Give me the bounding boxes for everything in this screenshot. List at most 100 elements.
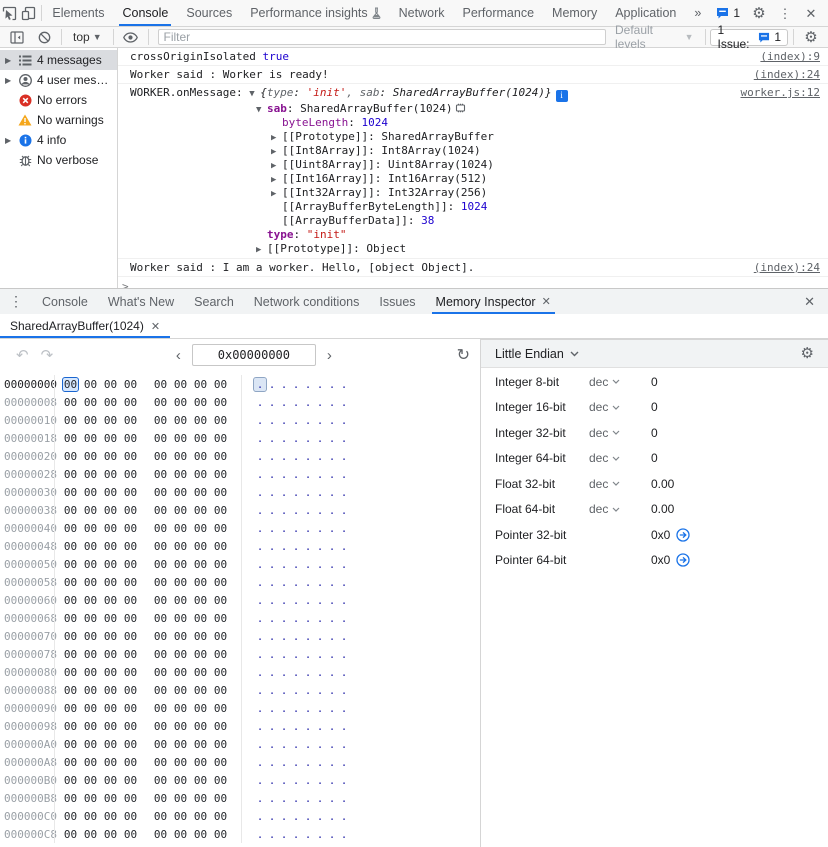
hex-byte[interactable]: 00 bbox=[63, 648, 78, 661]
tab-memory[interactable]: Memory bbox=[543, 0, 606, 26]
hex-byte[interactable]: 00 bbox=[173, 702, 188, 715]
ascii-char[interactable]: . bbox=[266, 720, 278, 733]
hex-byte[interactable]: 00 bbox=[63, 738, 78, 751]
hex-byte[interactable]: 00 bbox=[123, 504, 138, 517]
ascii-char[interactable]: . bbox=[278, 630, 290, 643]
hex-byte[interactable]: 00 bbox=[63, 558, 78, 571]
prev-page-icon[interactable]: ‹ bbox=[173, 347, 184, 364]
ascii-char[interactable]: . bbox=[338, 468, 350, 481]
ascii-char[interactable]: . bbox=[314, 468, 326, 481]
hex-byte[interactable]: 00 bbox=[123, 630, 138, 643]
ascii-char[interactable]: . bbox=[338, 414, 350, 427]
hex-byte[interactable]: 00 bbox=[123, 450, 138, 463]
hex-byte[interactable]: 00 bbox=[63, 828, 78, 841]
ascii-char[interactable]: . bbox=[338, 594, 350, 607]
hex-byte[interactable]: 00 bbox=[173, 612, 188, 625]
hex-byte[interactable]: 00 bbox=[103, 378, 118, 391]
ascii-char[interactable]: . bbox=[266, 576, 278, 589]
hex-byte[interactable]: 00 bbox=[103, 468, 118, 481]
endianness-selector[interactable]: Little Endian bbox=[495, 347, 579, 361]
ascii-char[interactable]: . bbox=[278, 648, 290, 661]
hex-byte[interactable]: 00 bbox=[173, 414, 188, 427]
hex-byte[interactable]: 00 bbox=[193, 396, 208, 409]
ascii-char[interactable]: . bbox=[290, 648, 302, 661]
hex-byte[interactable]: 00 bbox=[153, 792, 168, 805]
ascii-char[interactable]: . bbox=[314, 432, 326, 445]
ascii-char[interactable]: . bbox=[290, 684, 302, 697]
ascii-char[interactable]: . bbox=[302, 576, 314, 589]
ascii-char[interactable]: . bbox=[278, 468, 290, 481]
ascii-char[interactable]: . bbox=[254, 378, 266, 391]
ascii-char[interactable]: . bbox=[314, 450, 326, 463]
device-toolbar-icon[interactable] bbox=[19, 0, 38, 26]
hex-byte[interactable]: 00 bbox=[153, 468, 168, 481]
hex-byte[interactable]: 00 bbox=[213, 684, 228, 697]
ascii-char[interactable]: . bbox=[302, 504, 314, 517]
hex-byte[interactable]: 00 bbox=[153, 576, 168, 589]
ascii-char[interactable]: . bbox=[290, 558, 302, 571]
hex-byte[interactable]: 00 bbox=[83, 774, 98, 787]
hex-byte[interactable]: 00 bbox=[193, 666, 208, 679]
hex-byte[interactable]: 00 bbox=[153, 450, 168, 463]
ascii-char[interactable]: . bbox=[254, 558, 266, 571]
ascii-char[interactable]: . bbox=[314, 810, 326, 823]
hex-byte[interactable]: 00 bbox=[103, 558, 118, 571]
console-sidebar-toggle-icon[interactable] bbox=[5, 31, 29, 44]
hex-byte[interactable]: 00 bbox=[123, 756, 138, 769]
close-drawer-icon[interactable]: ✕ bbox=[791, 289, 828, 314]
ascii-char[interactable]: . bbox=[290, 738, 302, 751]
hex-byte[interactable]: 00 bbox=[123, 666, 138, 679]
hex-byte[interactable]: 00 bbox=[63, 702, 78, 715]
hex-byte[interactable]: 00 bbox=[173, 378, 188, 391]
sidebar-item-4-messages[interactable]: ▶4 messages bbox=[0, 50, 117, 70]
hex-byte[interactable]: 00 bbox=[173, 630, 188, 643]
ascii-char[interactable]: . bbox=[302, 684, 314, 697]
ascii-char[interactable]: . bbox=[314, 486, 326, 499]
hex-byte[interactable]: 00 bbox=[213, 432, 228, 445]
hex-byte[interactable]: 00 bbox=[63, 720, 78, 733]
hex-byte[interactable]: 00 bbox=[213, 630, 228, 643]
ascii-char[interactable]: . bbox=[266, 558, 278, 571]
ascii-char[interactable]: . bbox=[254, 810, 266, 823]
hex-byte[interactable]: 00 bbox=[123, 396, 138, 409]
console-settings-gear-icon[interactable]: ⚙ bbox=[799, 30, 823, 45]
hex-byte[interactable]: 00 bbox=[63, 810, 78, 823]
ascii-char[interactable]: . bbox=[290, 756, 302, 769]
hex-byte[interactable]: 00 bbox=[153, 756, 168, 769]
hex-byte[interactable]: 00 bbox=[103, 486, 118, 499]
ascii-char[interactable]: . bbox=[254, 540, 266, 553]
ascii-char[interactable]: . bbox=[290, 594, 302, 607]
info-icon[interactable]: i bbox=[556, 90, 568, 102]
hex-byte[interactable]: 00 bbox=[213, 522, 228, 535]
tab-application[interactable]: Application bbox=[606, 0, 685, 26]
history-forward-icon[interactable]: ↷ bbox=[35, 346, 60, 364]
hex-byte[interactable]: 00 bbox=[103, 810, 118, 823]
hex-byte[interactable]: 00 bbox=[213, 810, 228, 823]
ascii-char[interactable]: . bbox=[338, 522, 350, 535]
hex-byte[interactable]: 00 bbox=[173, 486, 188, 499]
hex-byte[interactable]: 00 bbox=[213, 828, 228, 841]
ascii-char[interactable]: . bbox=[278, 414, 290, 427]
hex-byte[interactable]: 00 bbox=[153, 702, 168, 715]
hex-byte[interactable]: 00 bbox=[83, 432, 98, 445]
hex-byte[interactable]: 00 bbox=[153, 504, 168, 517]
hex-byte[interactable]: 00 bbox=[193, 558, 208, 571]
hex-byte[interactable]: 00 bbox=[213, 486, 228, 499]
ascii-char[interactable]: . bbox=[254, 522, 266, 535]
hex-byte[interactable]: 00 bbox=[153, 630, 168, 643]
hex-byte[interactable]: 00 bbox=[153, 720, 168, 733]
hex-byte[interactable]: 00 bbox=[213, 576, 228, 589]
hex-byte[interactable]: 00 bbox=[123, 468, 138, 481]
hex-byte[interactable]: 00 bbox=[173, 666, 188, 679]
ascii-char[interactable]: . bbox=[266, 810, 278, 823]
drawer-tab-issues[interactable]: Issues bbox=[369, 289, 425, 314]
format-selector[interactable]: dec bbox=[589, 400, 651, 414]
hex-byte[interactable]: 00 bbox=[63, 792, 78, 805]
hex-byte[interactable]: 00 bbox=[213, 450, 228, 463]
hex-byte[interactable]: 00 bbox=[193, 576, 208, 589]
ascii-char[interactable]: . bbox=[302, 378, 314, 391]
hex-byte[interactable]: 00 bbox=[63, 450, 78, 463]
ascii-char[interactable]: . bbox=[314, 774, 326, 787]
ascii-char[interactable]: . bbox=[290, 504, 302, 517]
hex-byte[interactable]: 00 bbox=[173, 576, 188, 589]
